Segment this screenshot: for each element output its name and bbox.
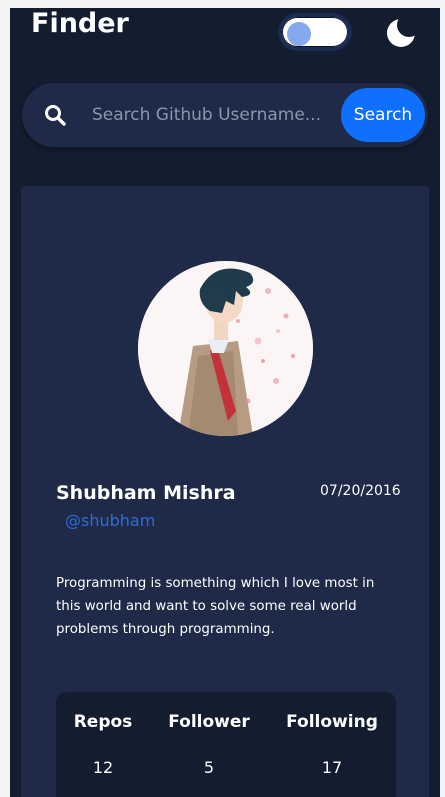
stats-panel: Repos 12 Follower 5 Following 17	[56, 692, 396, 797]
stat-followers: Follower 5	[160, 692, 258, 797]
stat-label: Following	[286, 712, 378, 732]
profile-name: Shubham Mishra	[56, 482, 236, 504]
profile-card: Shubham Mishra @shubham 07/20/2016 Progr…	[21, 186, 429, 797]
stat-value: 5	[203, 758, 215, 777]
app-window: Finder Search Github Username... Search …	[10, 8, 440, 797]
brand-title: Finder	[31, 8, 129, 39]
avatar-illustration	[138, 261, 313, 436]
search-bar: Search	[22, 83, 428, 147]
search-input[interactable]	[92, 99, 342, 131]
stat-label: Repos	[73, 712, 133, 732]
stat-following: Following 17	[278, 692, 386, 797]
stat-value: 12	[92, 758, 114, 777]
profile-bio: Programming is something which I love mo…	[56, 576, 375, 637]
profile-handle-link[interactable]: @shubham	[65, 511, 155, 530]
joined-date: 07/20/2016	[320, 483, 401, 499]
stat-label: Follower	[168, 712, 250, 732]
stat-value: 17	[321, 758, 343, 777]
moon-icon[interactable]	[386, 16, 418, 48]
search-button[interactable]: Search	[341, 88, 425, 142]
search-icon	[45, 105, 66, 126]
stat-repos: Repos 12	[64, 692, 142, 797]
toggle-knob	[287, 22, 311, 46]
header: Finder	[10, 8, 440, 68]
theme-toggle[interactable]	[278, 13, 352, 51]
avatar	[138, 261, 313, 436]
